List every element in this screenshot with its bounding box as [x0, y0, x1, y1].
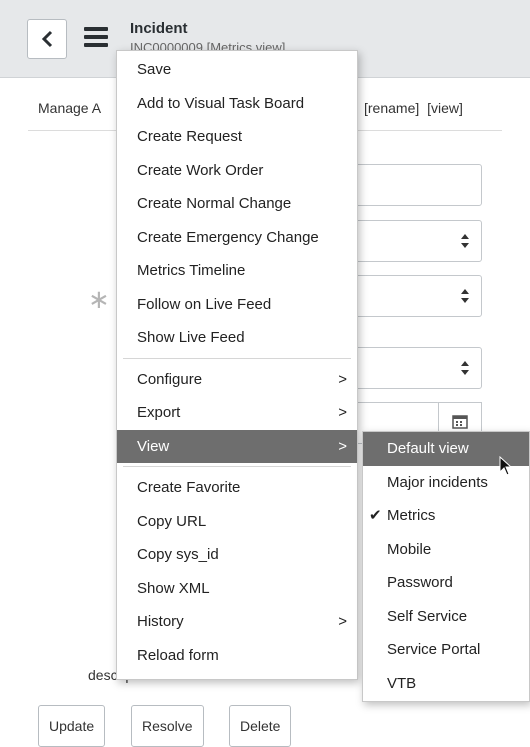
mouse-pointer-icon — [499, 456, 513, 476]
context-menu: Save Add to Visual Task Board Create Req… — [116, 50, 358, 680]
mandatory-asterisk-icon: ∗ — [88, 284, 110, 314]
menu-item-show-xml[interactable]: Show XML — [117, 572, 357, 606]
text-field[interactable] — [350, 164, 482, 206]
menu-item-label: Export — [137, 404, 181, 421]
menu-item-create-request[interactable]: Create Request — [117, 120, 357, 154]
checkmark-icon: ✔ — [369, 507, 382, 524]
menu-separator — [123, 466, 351, 467]
select-field[interactable] — [350, 347, 482, 389]
chevron-right-icon: > — [338, 613, 347, 630]
menu-item-reload-form[interactable]: Reload form — [117, 639, 357, 673]
menu-item-export[interactable]: Export > — [117, 396, 357, 430]
menu-item-label: History — [137, 613, 184, 630]
menu-item-create-favorite[interactable]: Create Favorite — [117, 471, 357, 505]
menu-item-create-normal-change[interactable]: Create Normal Change — [117, 187, 357, 221]
select-arrows-icon — [461, 234, 469, 248]
view-link[interactable]: [view] — [427, 100, 463, 116]
calendar-icon — [452, 415, 468, 429]
update-button[interactable]: Update — [38, 705, 106, 747]
back-button[interactable] — [27, 19, 67, 59]
menu-item-copy-url[interactable]: Copy URL — [117, 505, 357, 539]
menu-item-metrics-timeline[interactable]: Metrics Timeline — [117, 254, 357, 288]
view-option-metrics[interactable]: ✔ Metrics — [363, 499, 529, 533]
view-option-label: Metrics — [387, 507, 436, 524]
menu-item-history[interactable]: History > — [117, 605, 357, 639]
select-field[interactable] — [350, 220, 482, 262]
chevron-right-icon: > — [338, 404, 347, 421]
view-option-vtb[interactable]: VTB — [363, 667, 529, 701]
menu-item-add-to-visual-task-board[interactable]: Add to Visual Task Board — [117, 87, 357, 121]
chevron-right-icon: > — [338, 370, 347, 388]
menu-item-configure[interactable]: Configure > — [117, 363, 357, 397]
page-title: Incident — [130, 20, 188, 37]
select-arrows-icon — [461, 289, 469, 303]
manage-attachments-link[interactable]: Manage A — [38, 100, 101, 116]
context-menu-icon[interactable] — [84, 27, 108, 47]
view-option-self-service[interactable]: Self Service — [363, 600, 529, 634]
menu-item-show-live-feed[interactable]: Show Live Feed — [117, 321, 357, 355]
menu-separator — [123, 357, 351, 359]
menu-item-label: Configure — [137, 370, 203, 388]
menu-item-save[interactable]: Save — [117, 53, 357, 87]
view-option-service-portal[interactable]: Service Portal — [363, 633, 529, 667]
menu-item-create-work-order[interactable]: Create Work Order — [117, 154, 357, 188]
menu-item-follow-on-live-feed[interactable]: Follow on Live Feed — [117, 288, 357, 322]
view-option-password[interactable]: Password — [363, 566, 529, 600]
menu-item-copy-sys-id[interactable]: Copy sys_id — [117, 538, 357, 572]
select-field[interactable] — [350, 275, 482, 317]
menu-item-view[interactable]: View > — [117, 429, 357, 463]
rename-link[interactable]: [rename] — [364, 100, 419, 116]
resolve-button[interactable]: Resolve — [131, 705, 204, 747]
delete-button[interactable]: Delete — [229, 705, 292, 747]
view-option-mobile[interactable]: Mobile — [363, 533, 529, 567]
attachment-actions: [rename] [view] — [360, 100, 463, 116]
chevron-left-icon — [41, 30, 53, 48]
chevron-right-icon: > — [338, 437, 347, 455]
menu-item-label: View — [137, 437, 170, 455]
menu-item-create-emergency-change[interactable]: Create Emergency Change — [117, 221, 357, 255]
select-arrows-icon — [461, 361, 469, 375]
